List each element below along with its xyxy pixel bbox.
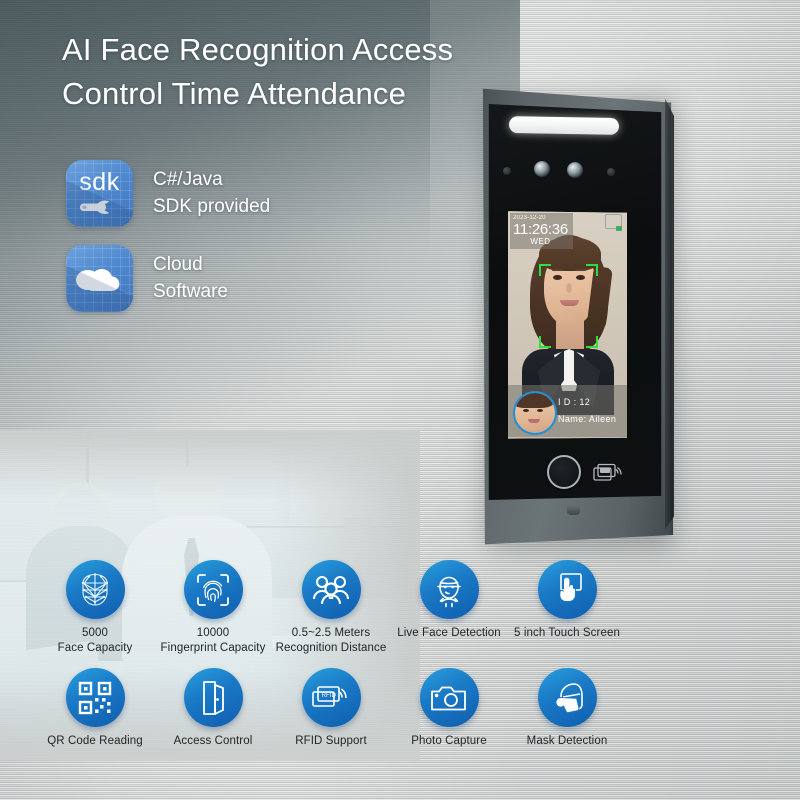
label-line-1: Live Face Detection xyxy=(397,627,501,639)
fingerprint-icon xyxy=(183,560,243,619)
screen-date: 2023-12-20 xyxy=(513,215,546,221)
camera-icon xyxy=(419,668,479,728)
headline-line-2: Control Time Attendance xyxy=(62,76,407,112)
cloud-label-line-1: Cloud xyxy=(153,254,203,276)
screen-user-name: Name: Aileen xyxy=(558,414,617,425)
identity-text: I D : 12 Name: Aileen xyxy=(558,394,616,428)
network-status-icon xyxy=(605,214,622,231)
door-icon xyxy=(183,668,243,728)
label-line-2: Recognition Distance xyxy=(275,642,387,655)
screen-face-nose xyxy=(566,283,572,293)
group-people-icon xyxy=(301,560,361,619)
label-line-1: RFID Support xyxy=(295,735,367,748)
qr-code-icon xyxy=(65,668,125,728)
feature-live-face-detection-label: Live Face Detection xyxy=(390,626,508,641)
avatar xyxy=(513,391,557,435)
screen-face-eye-right xyxy=(576,275,585,280)
face-tracking-bracket-bottom-right xyxy=(586,336,598,348)
software-item-cloud-label: Cloud Software xyxy=(153,252,228,304)
label-line-2: Fingerprint Capacity xyxy=(160,642,266,655)
feature-photo-capture: Photo Capture xyxy=(390,668,508,749)
screen-face-brow-right xyxy=(575,269,586,271)
feature-recognition-distance-label: 0.5~2.5 Meters Recognition Distance xyxy=(272,626,390,656)
label-line-1: QR Code Reading xyxy=(47,735,143,748)
face-tracking-bracket-top-left xyxy=(539,264,551,276)
rgb-camera xyxy=(534,161,550,177)
live-face-icon xyxy=(419,560,479,619)
sdk-label-line-1: C#/Java xyxy=(153,169,223,191)
ir-led-right xyxy=(607,168,615,176)
mask-face-icon xyxy=(537,668,597,728)
screen-face-eye-left xyxy=(553,275,562,280)
feature-row-1: 5000 Face Capacity 10000 Fingerprint Cap… xyxy=(36,560,766,656)
touch-screen-icon xyxy=(537,560,597,619)
screen-identity-panel: I D : 12 Name: Aileen xyxy=(508,385,627,437)
device-side-edge xyxy=(665,98,674,530)
feature-qr-code-reading-label: QR Code Reading xyxy=(36,734,154,749)
led-fill-light xyxy=(508,116,620,135)
feature-access-control: Access Control xyxy=(154,668,272,749)
infrared-camera xyxy=(567,162,583,178)
screen-time: 11:26:36 xyxy=(513,221,568,238)
feature-photo-capture-label: Photo Capture xyxy=(390,734,508,749)
face-mesh-icon xyxy=(65,560,125,619)
wall-mount-screw xyxy=(567,506,580,515)
feature-mask-detection-label: Mask Detection xyxy=(508,734,626,749)
sdk-icon: sdk xyxy=(66,160,133,227)
sdk-label-line-2: SDK provided xyxy=(153,195,271,217)
screen-face-brow-left xyxy=(552,269,563,271)
feature-mask-detection: Mask Detection xyxy=(508,668,626,749)
software-feature-list: sdk C#/Java SDK provided xyxy=(66,160,270,330)
fingerprint-sensor[interactable] xyxy=(547,455,581,489)
label-line-1: 0.5~2.5 Meters xyxy=(291,627,371,639)
feature-live-face-detection: Live Face Detection xyxy=(390,560,508,656)
headline-line-1: AI Face Recognition Access xyxy=(62,32,454,67)
feature-recognition-distance: 0.5~2.5 Meters Recognition Distance xyxy=(272,560,390,656)
cloud-icon xyxy=(66,245,133,312)
page-title: AI Face Recognition Access Control Time … xyxy=(62,28,532,116)
label-line-1: Access Control xyxy=(173,735,253,748)
screen-clock: 2023-12-20 11:26:36 WED xyxy=(510,213,573,249)
feature-fingerprint-capacity-label: 10000 Fingerprint Capacity xyxy=(154,626,272,656)
face-tracking-bracket-top-right xyxy=(586,264,598,276)
device-screen[interactable]: 2023-12-20 11:26:36 WED I D : 12 Name: A… xyxy=(508,211,627,439)
screen-user-id: I D : 12 xyxy=(558,397,591,407)
svg-text:RFID: RFID xyxy=(322,692,337,699)
ir-led-left xyxy=(503,167,511,175)
feature-row-2: QR Code Reading Access Control RFID RFID… xyxy=(36,668,766,749)
label-line-1: 5000 xyxy=(82,627,108,639)
software-item-cloud: Cloud Software xyxy=(66,245,270,312)
face-tracking-bracket-bottom-left xyxy=(539,336,551,348)
feature-grid: 5000 Face Capacity 10000 Fingerprint Cap… xyxy=(36,560,766,762)
feature-access-control-label: Access Control xyxy=(154,734,272,749)
label-line-1: 10000 xyxy=(196,627,230,639)
feature-touch-screen: 5 inch Touch Screen xyxy=(508,560,626,656)
label-line-1: 5 inch Touch Screen xyxy=(514,627,620,639)
cloud-label-line-2: Software xyxy=(153,280,228,302)
label-line-1: Mask Detection xyxy=(526,735,608,748)
feature-face-capacity-label: 5000 Face Capacity xyxy=(36,626,154,656)
feature-qr-code-reading: QR Code Reading xyxy=(36,668,154,749)
screen-face-mouth xyxy=(560,300,579,306)
label-line-2: Face Capacity xyxy=(57,642,133,655)
software-item-sdk-label: C#/Java SDK provided xyxy=(153,167,270,219)
feature-rfid-support-label: RFID Support xyxy=(272,734,390,749)
feature-face-capacity: 5000 Face Capacity xyxy=(36,560,154,656)
label-line-1: Photo Capture xyxy=(411,735,487,748)
feature-touch-screen-label: 5 inch Touch Screen xyxy=(508,626,626,641)
feature-rfid-support: RFID RFID Support xyxy=(272,668,390,749)
face-recognition-terminal: 2023-12-20 11:26:36 WED I D : 12 Name: A… xyxy=(479,84,675,549)
rfid-card-reader-icon xyxy=(593,461,627,485)
screen-weekday: WED xyxy=(530,237,551,246)
rfid-card-icon: RFID xyxy=(301,668,361,728)
feature-fingerprint-capacity: 10000 Fingerprint Capacity xyxy=(154,560,272,656)
software-item-sdk: sdk C#/Java SDK provided xyxy=(66,160,270,227)
product-banner: AI Face Recognition Access Control Time … xyxy=(0,0,800,800)
